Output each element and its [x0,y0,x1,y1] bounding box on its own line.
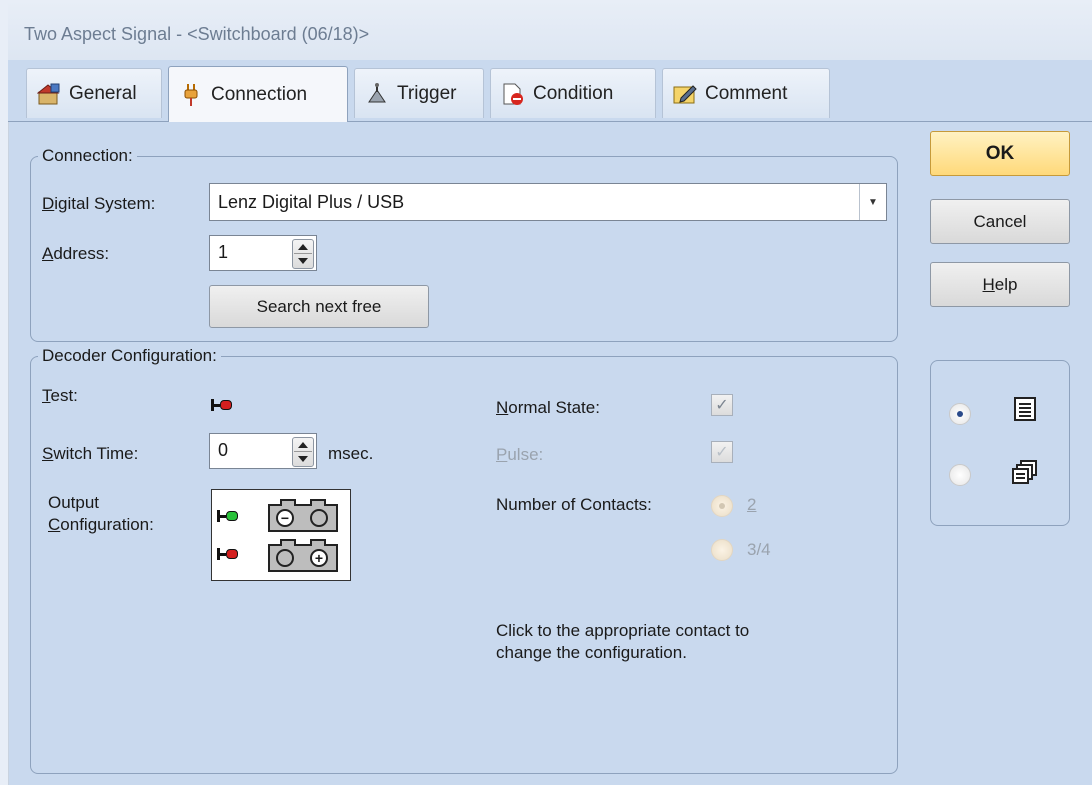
signal-red-icon [217,548,243,560]
contacts-2-radio[interactable] [711,495,733,517]
help-button[interactable]: Help [930,262,1070,307]
empty-contact-icon[interactable] [310,509,328,527]
switch-time-label: Switch Time: [42,444,139,463]
search-next-free-button[interactable]: Search next free [209,285,429,328]
address-spin-buttons[interactable] [292,239,314,269]
output-configuration-label-2: Configuration: [48,515,154,534]
ok-button[interactable]: OK [930,131,1070,176]
test-label-text: est: [50,386,78,405]
decoder-group-label: Decoder Configuration: [38,346,221,366]
tab-connection[interactable]: Connection [168,66,348,122]
tab-general[interactable]: General [26,68,162,118]
tab-label-comment: Comment [705,82,788,104]
plus-contact-icon[interactable]: + [310,549,328,567]
switch-time-stepper[interactable]: 0 [209,433,317,469]
pulse-checkbox[interactable]: ✓ [711,441,733,463]
digital-system-label-text: igital System: [54,194,156,213]
tab-label-general: General [69,82,137,104]
view-mode-panel [930,360,1070,526]
cancel-button[interactable]: Cancel [930,199,1070,244]
contacts-3-4-radio[interactable] [711,539,733,561]
list-view-icon [1014,397,1036,421]
tab-comment[interactable]: Comment [662,68,830,118]
signal-green-icon [217,510,243,522]
title-bar: Two Aspect Signal - <Switchboard (06/18)… [8,0,1092,61]
help-button-text: elp [994,274,1018,294]
test-label: Test: [42,386,78,405]
output-configuration-diagram[interactable]: − + [211,489,351,581]
contact-red-output[interactable]: + [268,539,338,572]
trigger-icon [365,82,389,106]
test-signal-red-icon[interactable] [211,399,237,411]
contact-green-output[interactable]: − [268,499,338,532]
switch-time-unit: msec. [328,444,374,463]
pulse-label: Pulse: [496,445,544,464]
multi-window-icon [1012,460,1037,484]
hint-text-line-1: Click to the appropriate contact to [496,621,750,640]
connection-plug-icon [179,83,203,107]
decoder-configuration-group [30,356,898,774]
switch-time-label-text: witch Time: [53,444,139,463]
general-icon [36,82,61,106]
address-label: Address: [42,244,110,263]
normal-state-label: Normal State: [496,398,600,417]
contacts-3-4-label: 3/4 [747,540,771,559]
digital-system-dropdown[interactable]: Lenz Digital Plus / USB ▼ [209,183,887,221]
normal-state-label-text: ormal State: [508,398,600,417]
address-stepper[interactable]: 1 [209,235,317,271]
address-value: 1 [218,242,229,262]
connection-group-label: Connection: [38,146,137,166]
minus-contact-icon[interactable]: − [276,509,294,527]
address-label-text: ddress: [53,244,110,263]
normal-state-checkbox[interactable]: ✓ [711,394,733,416]
output-configuration-label-text: onfiguration: [60,515,154,534]
tab-label-trigger: Trigger [397,82,457,104]
contacts-2-label: 2 [747,495,757,514]
view-multi-radio[interactable] [949,464,971,486]
switch-time-value: 0 [218,440,229,460]
digital-system-value: Lenz Digital Plus / USB [218,191,405,212]
digital-system-label: Digital System: [42,194,156,213]
condition-icon [501,82,525,106]
output-configuration-label-1: Output [48,493,100,512]
pulse-label-text: ulse: [507,445,544,464]
tab-trigger[interactable]: Trigger [354,68,484,118]
tab-condition[interactable]: Condition [490,68,656,118]
comment-icon [673,82,697,106]
number-of-contacts-label: Number of Contacts: [496,495,652,514]
hint-text-line-2: change the configuration. [496,643,687,662]
empty-contact-icon[interactable] [276,549,294,567]
view-list-radio[interactable] [949,403,971,425]
tab-label-connection: Connection [211,83,308,105]
tab-label-condition: Condition [533,82,614,104]
window-title: Two Aspect Signal - <Switchboard (06/18)… [24,24,370,44]
switch-time-spin-buttons[interactable] [292,437,314,467]
chevron-down-icon[interactable]: ▼ [859,184,886,220]
